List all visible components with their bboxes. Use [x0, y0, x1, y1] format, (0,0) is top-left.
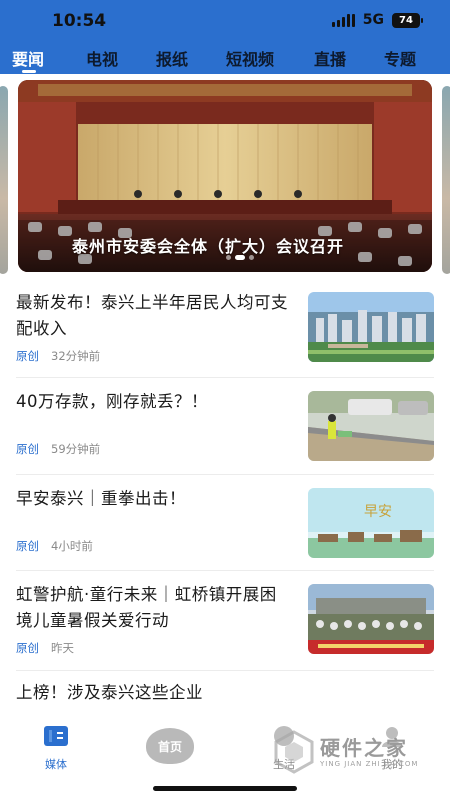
news-title: 早安泰兴｜重拳出击！	[16, 489, 186, 508]
watermark-subtext: YING JIAN ZHI JIA.COM	[320, 760, 419, 768]
news-title: 虹警护航·童行未来｜虹桥镇开展困境儿童暑假关爱行动	[16, 585, 277, 630]
news-item[interactable]: 上榜！涉及泰兴这些企业	[16, 680, 434, 712]
signal-icon	[331, 13, 355, 27]
home-button[interactable]: 首页	[146, 728, 194, 764]
status-time: 10:54	[52, 11, 107, 31]
news-item[interactable]: 虹警护航·童行未来｜虹桥镇开展困境儿童暑假关爱行动 原创 昨天	[16, 582, 434, 678]
news-title: 最新发布！泰兴上半年居民人均可支配收入	[16, 293, 288, 338]
divider	[16, 377, 434, 378]
watermark-text: 硬件之家	[320, 736, 408, 760]
svg-text:早安: 早安	[364, 504, 392, 520]
divider	[16, 670, 434, 671]
news-time: 昨天	[51, 641, 74, 655]
watermark-logo-icon	[274, 730, 314, 774]
tab-news[interactable]: 要闻	[12, 46, 44, 70]
news-time: 32分钟前	[51, 349, 101, 363]
divider	[16, 570, 434, 571]
active-tab-indicator	[22, 70, 36, 73]
news-thumbnail: 早安	[308, 488, 434, 558]
carousel-prev-card[interactable]	[0, 86, 8, 274]
tab-special[interactable]: 专题	[384, 46, 416, 70]
tab-newspaper[interactable]: 报纸	[156, 46, 188, 70]
status-bar: 10:54 5G 74	[0, 0, 450, 42]
news-meta: 原创 59分钟前	[16, 441, 100, 457]
home-indicator[interactable]	[153, 786, 297, 791]
carousel-main-card[interactable]: 泰州市安委会全体（扩大）会议召开	[18, 80, 432, 272]
tab-tv[interactable]: 电视	[86, 46, 118, 70]
top-nav: 要闻 电视 报纸 短视频 直播 专题	[0, 42, 450, 74]
network-type: 5G	[362, 12, 384, 28]
home-button-label: 首页	[157, 739, 182, 754]
news-source: 原创	[16, 539, 39, 553]
news-thumbnail	[308, 391, 434, 461]
news-thumbnail	[308, 292, 434, 362]
news-source: 原创	[16, 641, 39, 655]
status-indicators: 5G 74	[331, 12, 423, 28]
tab-media-label: 媒体	[45, 758, 67, 771]
news-item[interactable]: 40万存款，刚存就丢？！ 原创 59分钟前	[16, 389, 434, 485]
news-source: 原创	[16, 442, 39, 456]
news-meta: 原创 昨天	[16, 640, 74, 656]
tab-media[interactable]: 媒体	[26, 724, 86, 772]
carousel-dot	[249, 255, 254, 260]
battery-icon: 74	[392, 12, 423, 28]
tab-live[interactable]: 直播	[314, 46, 346, 70]
news-time: 4小时前	[51, 539, 93, 553]
news-meta: 原创 4小时前	[16, 538, 93, 554]
news-title: 上榜！涉及泰兴这些企业	[16, 683, 203, 702]
headline-carousel[interactable]: 泰州市安委会全体（扩大）会议召开	[0, 78, 450, 274]
carousel-dot-active	[235, 255, 245, 260]
watermark: 硬件之家 YING JIAN ZHI JIA.COM	[270, 730, 440, 776]
news-time: 59分钟前	[51, 442, 101, 456]
carousel-caption: 泰州市安委会全体（扩大）会议召开	[72, 237, 345, 256]
news-item[interactable]: 早安泰兴｜重拳出击！ 原创 4小时前 早安	[16, 486, 434, 582]
news-source: 原创	[16, 349, 39, 363]
news-item[interactable]: 最新发布！泰兴上半年居民人均可支配收入 原创 32分钟前	[16, 290, 434, 386]
news-meta: 原创 32分钟前	[16, 348, 100, 364]
divider	[16, 474, 434, 475]
carousel-dots	[226, 255, 254, 260]
media-icon	[44, 726, 68, 746]
tab-short-video[interactable]: 短视频	[226, 46, 274, 70]
news-thumbnail	[308, 584, 434, 654]
carousel-dot	[226, 255, 231, 260]
carousel-next-card[interactable]	[442, 86, 450, 274]
news-title: 40万存款，刚存就丢？！	[16, 392, 208, 411]
